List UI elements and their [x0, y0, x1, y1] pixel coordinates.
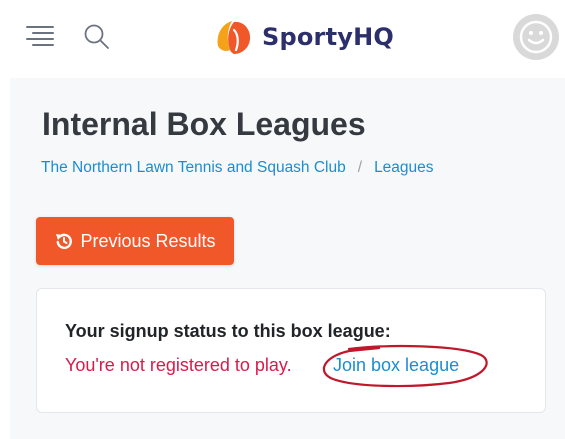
breadcrumb-separator: /	[357, 159, 363, 176]
signup-status-card: Your signup status to this box league: Y…	[36, 288, 546, 413]
smiley-avatar-icon[interactable]	[512, 13, 560, 61]
signup-status-heading: Your signup status to this box league:	[65, 321, 391, 341]
breadcrumb-leagues-link[interactable]: Leagues	[374, 159, 433, 177]
main-content: Internal Box Leagues The Northern Lawn T…	[10, 78, 565, 439]
previous-results-button[interactable]: Previous Results	[36, 217, 234, 265]
registration-status-text: You're not registered to play.	[65, 355, 292, 375]
brand-name: SportyHQ	[262, 23, 394, 51]
search-icon[interactable]	[82, 22, 112, 52]
breadcrumb: The Northern Lawn Tennis and Squash Club…	[41, 159, 434, 177]
top-navbar: SportyHQ	[0, 0, 565, 78]
brand-logo[interactable]: SportyHQ	[212, 14, 394, 60]
breadcrumb-club-link[interactable]: The Northern Lawn Tennis and Squash Club	[41, 159, 346, 177]
signup-status-row: You're not registered to play. Join box …	[65, 344, 488, 388]
page-title: Internal Box Leagues	[42, 106, 366, 142]
history-icon	[56, 233, 73, 250]
join-box-league-link[interactable]: Join box league	[333, 355, 459, 376]
hamburger-menu-icon[interactable]	[26, 26, 54, 48]
sportyhq-logo-icon	[217, 21, 251, 54]
previous-results-label: Previous Results	[80, 230, 216, 251]
